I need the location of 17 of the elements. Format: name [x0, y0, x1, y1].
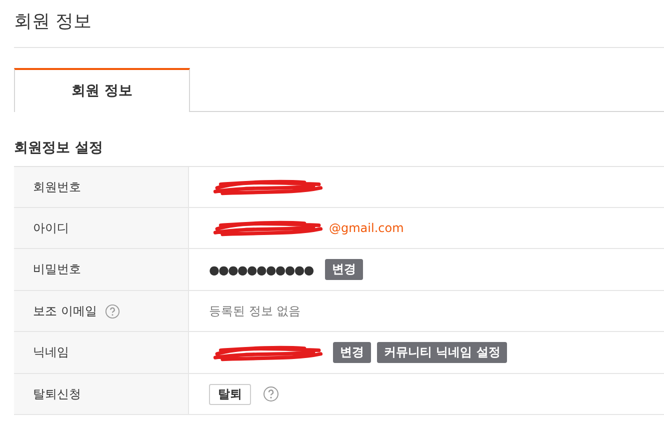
- row-label: 비밀번호: [33, 261, 81, 278]
- action-button[interactable]: 변경: [325, 259, 364, 280]
- row-label: 보조 이메일: [33, 302, 97, 320]
- action-button[interactable]: 커뮤니티 닉네임 설정: [377, 342, 508, 363]
- tab[interactable]: 회원 정보: [14, 68, 190, 112]
- row-label: 아이디: [33, 220, 69, 236]
- field-value: 등록된 정보 없음: [209, 302, 301, 320]
- page-title: 회원 정보: [14, 0, 664, 48]
- action-button[interactable]: 변경: [333, 342, 371, 363]
- action-button[interactable]: 탈퇴: [209, 384, 251, 404]
- field-value: @gmail.com: [329, 221, 404, 235]
- row-label: 탈퇴신청: [33, 386, 81, 402]
- row-label: 회원번호: [33, 178, 81, 196]
- row-label: 닉네임: [33, 344, 69, 361]
- help-icon[interactable]: [104, 304, 120, 318]
- field-value: ●●●●●●●●●●●: [209, 262, 314, 276]
- help-icon[interactable]: [263, 386, 279, 402]
